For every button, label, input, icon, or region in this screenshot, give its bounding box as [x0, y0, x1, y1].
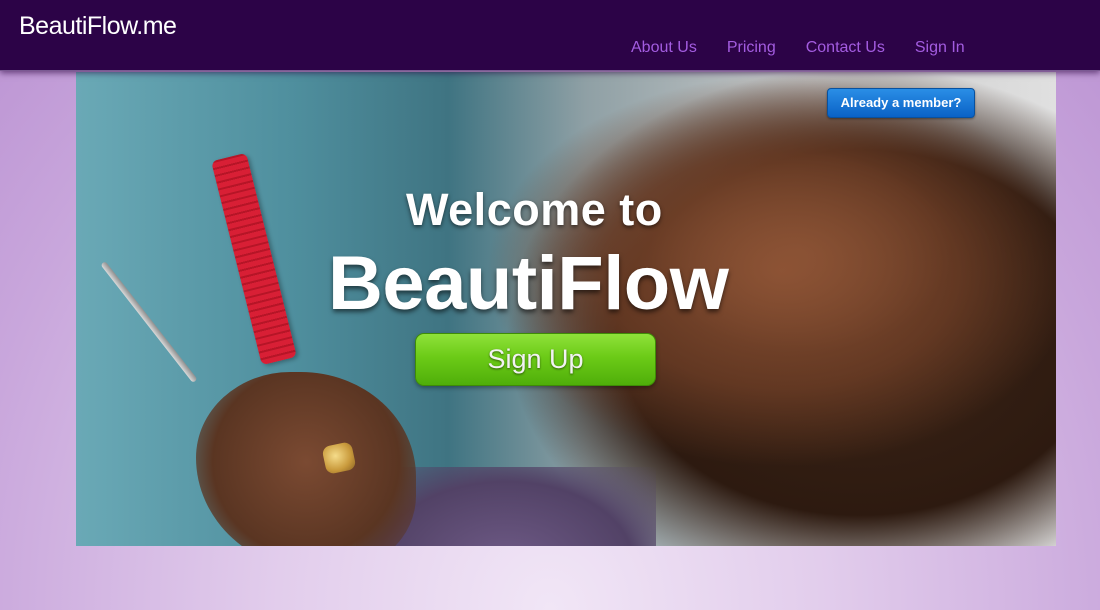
comb-image — [211, 152, 297, 366]
nav-contact-us[interactable]: Contact Us — [806, 39, 885, 57]
welcome-heading: Welcome to — [406, 184, 663, 235]
main-nav: About Us Pricing Contact Us Sign In — [631, 39, 995, 57]
hero-photo-hand — [196, 372, 416, 546]
nav-sign-in[interactable]: Sign In — [915, 39, 965, 57]
brand-logo-link[interactable]: BeautiFlow.me — [19, 12, 177, 41]
already-member-button[interactable]: Already a member? — [827, 88, 975, 118]
nav-pricing[interactable]: Pricing — [727, 39, 776, 57]
sign-up-button[interactable]: Sign Up — [415, 333, 656, 386]
scissors-image — [100, 261, 198, 383]
top-navbar: BeautiFlow.me About Us Pricing Contact U… — [0, 0, 1100, 71]
hero-brand-title: BeautiFlow — [328, 241, 729, 326]
hero-banner: Already a member? Welcome to BeautiFlow … — [76, 72, 1056, 546]
nav-about-us[interactable]: About Us — [631, 39, 697, 57]
